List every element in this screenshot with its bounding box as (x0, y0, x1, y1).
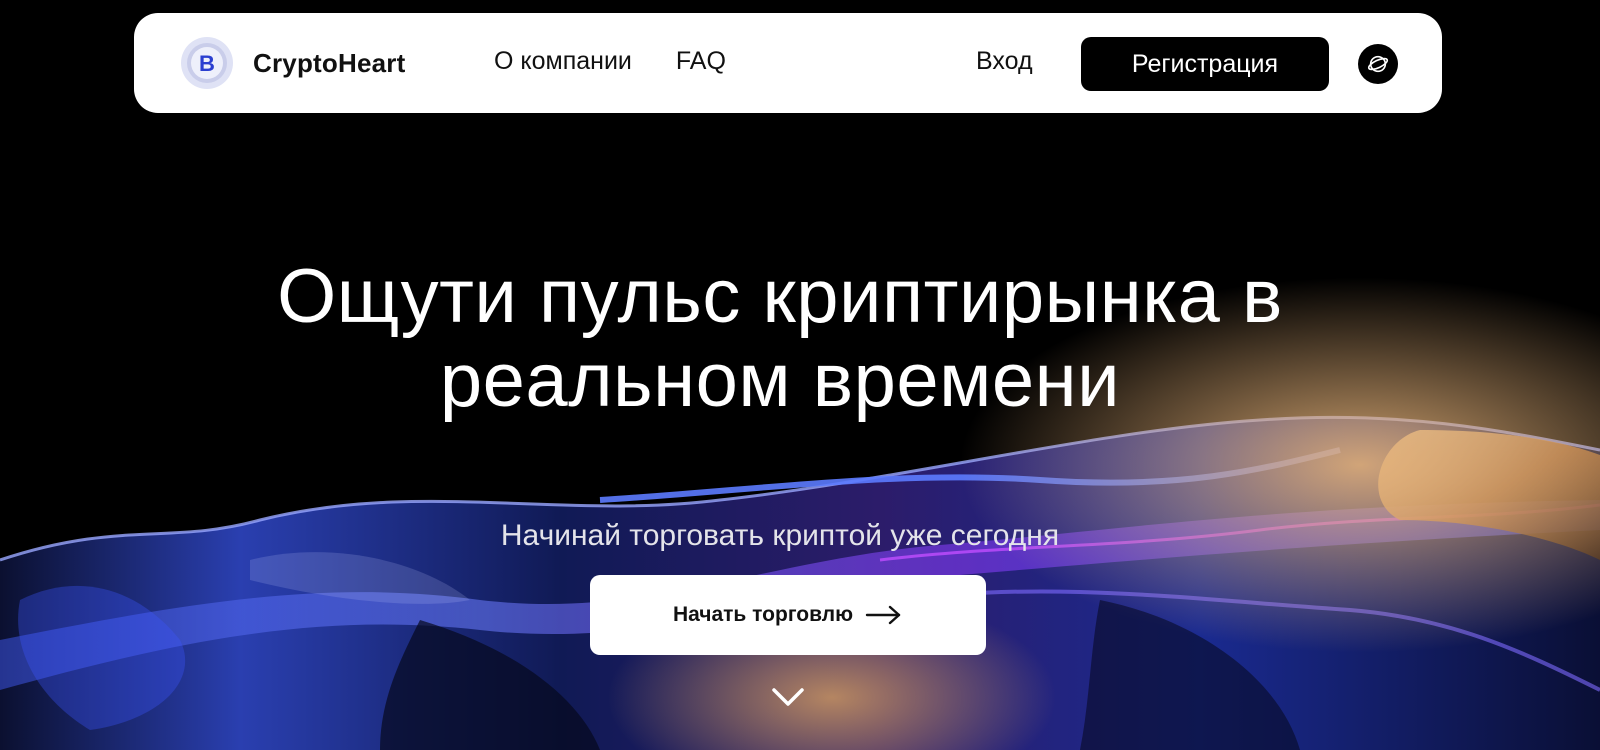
login-link[interactable]: Вход (976, 47, 1033, 76)
language-button[interactable] (1358, 44, 1398, 84)
nav-link-about[interactable]: О компании (494, 47, 632, 76)
main-nav: О компании FAQ (494, 47, 726, 76)
nav-link-faq[interactable]: FAQ (676, 47, 726, 76)
start-trading-button[interactable]: Начать торговлю (590, 575, 986, 655)
register-button[interactable]: Регистрация (1081, 37, 1329, 91)
globe-icon (1367, 55, 1389, 73)
chevron-down-icon[interactable] (768, 682, 808, 712)
hero-subtitle: Начинай торговать криптой уже сегодня (500, 519, 1060, 552)
logo-link[interactable]: B CryptoHeart (179, 35, 405, 91)
logo-letter: B (199, 51, 215, 76)
top-navbar: B CryptoHeart О компании FAQ Вход Регист… (134, 13, 1442, 113)
hero-title: Ощути пульс криптирынка в реальном време… (277, 254, 1283, 423)
start-trading-label: Начать торговлю (672, 603, 854, 626)
bitcoin-logo-icon: B (181, 37, 233, 89)
brand-name: CryptoHeart (253, 47, 406, 78)
arrow-right-icon (865, 605, 901, 625)
